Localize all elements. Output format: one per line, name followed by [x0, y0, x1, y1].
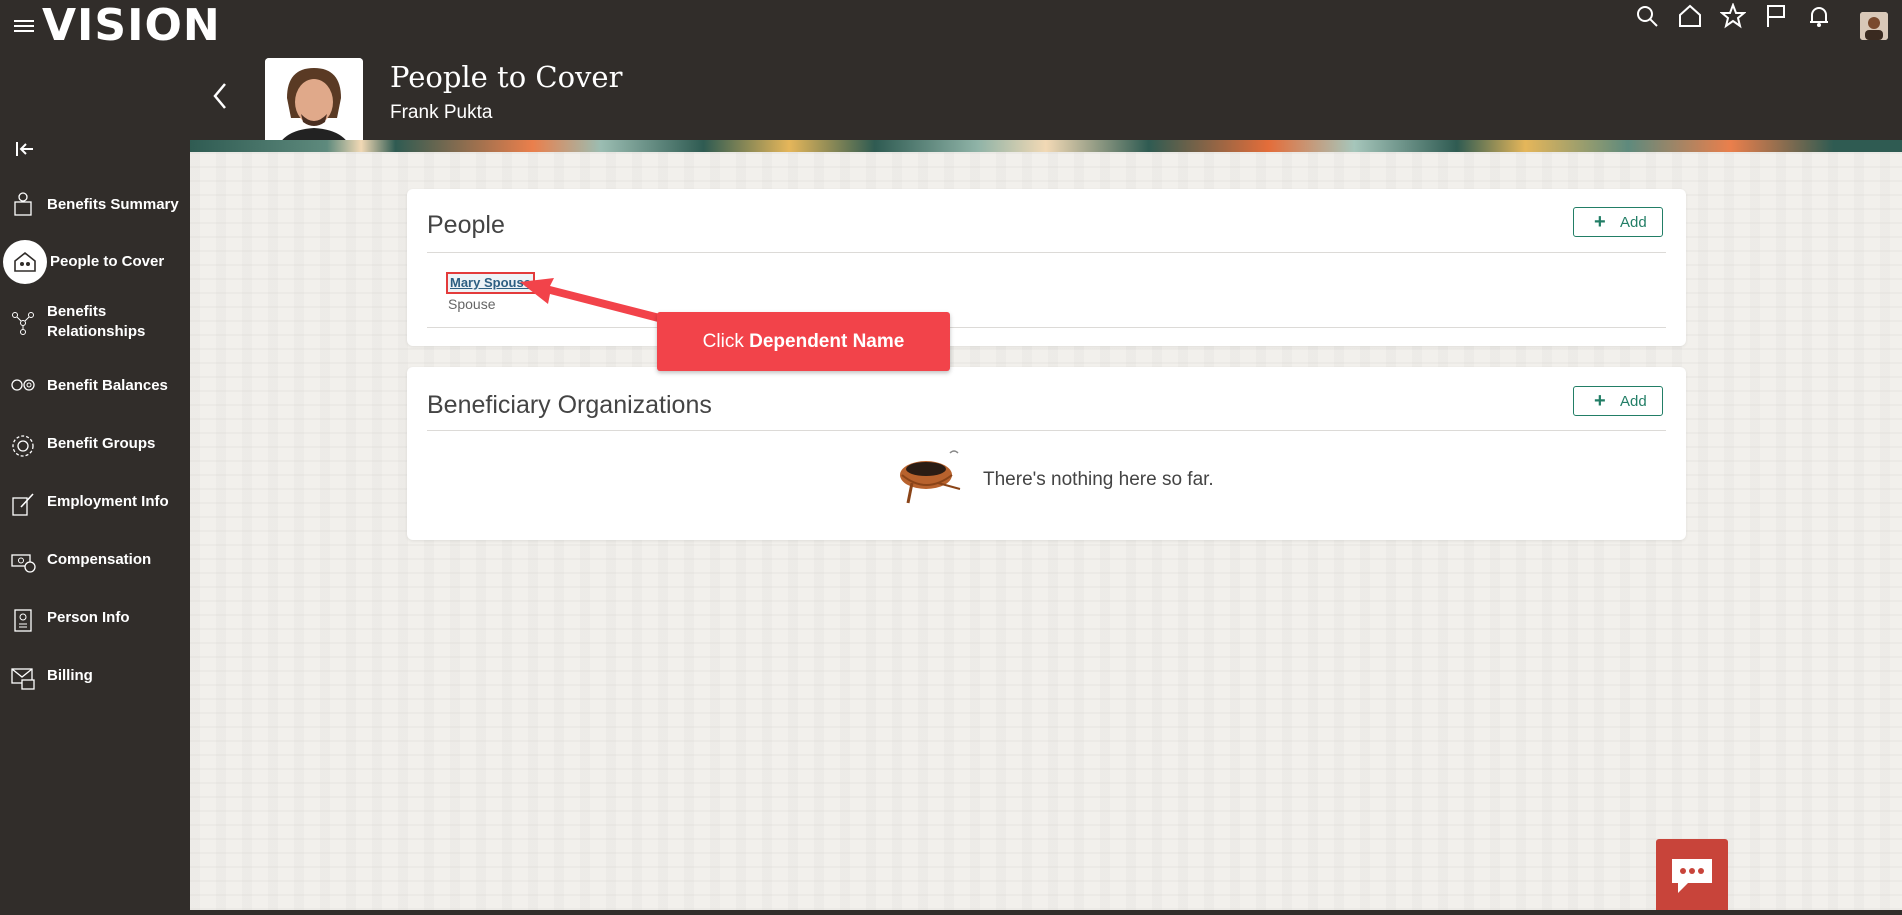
favorites-star-icon[interactable]: [1717, 0, 1749, 32]
sidebar-item-label: Benefits Relationships: [47, 303, 146, 340]
back-icon[interactable]: [206, 78, 236, 114]
sidebar-item-person-info[interactable]: Person Info: [0, 599, 190, 639]
dependent-relationship: Spouse: [448, 296, 496, 312]
card-divider: [427, 252, 1666, 253]
callout-emphasis: Dependent Name: [749, 331, 905, 352]
sidebar-item-people-to-cover[interactable]: People to Cover: [0, 240, 190, 284]
top-bar: vision ••• People to Cover Frank Pukta: [0, 0, 1902, 162]
add-organization-button[interactable]: + Add: [1573, 386, 1663, 416]
relationships-icon: [10, 310, 36, 336]
page-subtitle: Frank Pukta: [390, 102, 493, 123]
sidebar-item-benefit-balances[interactable]: Benefit Balances: [0, 367, 190, 407]
sidebar-item-billing[interactable]: Billing: [0, 657, 190, 697]
decorative-banner: [190, 140, 1902, 152]
people-card-title: People: [427, 211, 505, 239]
add-person-label: Add: [1620, 214, 1647, 231]
compensation-icon: [10, 549, 36, 575]
sidebar-item-label: Employment Info: [47, 493, 169, 510]
sidebar-item-benefits-relationships[interactable]: Benefits Relationships: [0, 302, 190, 346]
plus-icon: +: [1594, 211, 1606, 233]
add-person-button[interactable]: + Add: [1573, 207, 1663, 237]
benefits-summary-icon: [10, 191, 36, 217]
sidebar-item-label: Billing: [47, 667, 93, 684]
billing-icon: [10, 665, 36, 691]
sidebar: Benefits Summary People to Cover Benefit…: [0, 130, 190, 910]
sidebar-item-label: Benefit Groups: [47, 435, 156, 452]
user-avatar[interactable]: [1860, 12, 1888, 40]
people-to-cover-icon: [12, 249, 38, 275]
page-title: People to Cover: [390, 60, 623, 94]
search-icon[interactable]: [1631, 0, 1663, 32]
callout-prefix: Click: [702, 331, 750, 352]
flag-icon[interactable]: [1760, 0, 1792, 32]
collapse-sidebar-icon[interactable]: [14, 138, 36, 160]
app-logo[interactable]: vision: [42, 0, 221, 52]
sidebar-item-benefits-summary[interactable]: Benefits Summary: [0, 183, 190, 223]
chat-icon: [1672, 859, 1712, 893]
callout-arrow: [520, 278, 660, 322]
sidebar-item-label: Compensation: [47, 551, 152, 568]
empty-nest-icon: [898, 445, 964, 507]
sidebar-item-label: People to Cover: [50, 253, 165, 270]
empty-state-message: There's nothing here so far.: [983, 469, 1214, 490]
plus-icon: +: [1594, 390, 1606, 412]
beneficiary-organizations-card: Beneficiary Organizations + Add: [407, 367, 1686, 540]
sidebar-item-label: Benefits Summary: [47, 196, 179, 213]
tutorial-callout: Click Dependent Name: [657, 312, 950, 371]
sidebar-item-label: Benefit Balances: [47, 377, 168, 394]
sidebar-item-benefit-groups[interactable]: Benefit Groups: [0, 425, 190, 465]
sidebar-item-compensation[interactable]: Compensation: [0, 541, 190, 581]
person-info-icon: [10, 607, 36, 633]
menu-icon[interactable]: [12, 15, 36, 37]
balances-icon: [10, 375, 36, 401]
chat-button[interactable]: [1656, 839, 1728, 910]
notifications-bell-icon[interactable]: [1803, 0, 1835, 32]
sidebar-item-label: Person Info: [47, 609, 130, 626]
sidebar-item-employment-info[interactable]: Employment Info: [0, 483, 190, 523]
home-icon[interactable]: [1674, 0, 1706, 32]
beneficiary-organizations-title: Beneficiary Organizations: [427, 391, 712, 419]
add-organization-label: Add: [1620, 393, 1647, 410]
card-divider: [427, 430, 1666, 431]
employment-icon: [10, 491, 36, 517]
groups-icon: [10, 433, 36, 459]
